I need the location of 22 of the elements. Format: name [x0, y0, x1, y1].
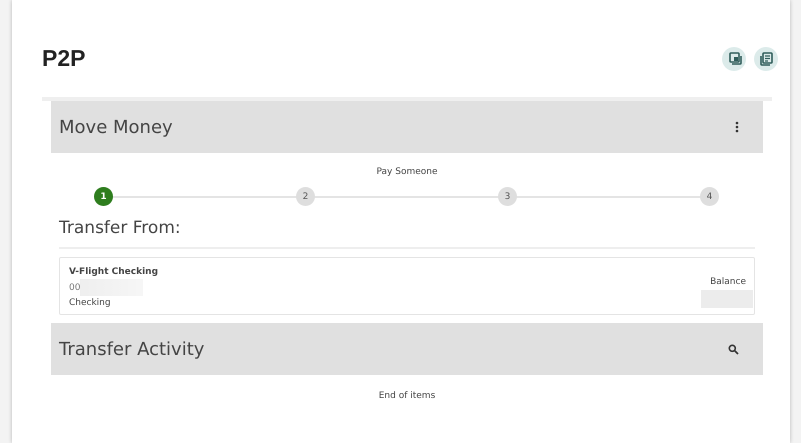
step-indicator[interactable]: 3	[498, 187, 517, 206]
section-title: Move Money	[59, 116, 173, 138]
document-button[interactable]	[754, 46, 778, 70]
account-name: V-Flight Checking	[69, 267, 158, 277]
section-heading: Transfer From:	[59, 218, 755, 249]
balance-label: Balance	[710, 277, 746, 287]
more-icon[interactable]	[735, 121, 739, 133]
list-end-text: End of items	[378, 391, 436, 401]
search-icon[interactable]	[728, 344, 739, 354]
account-card[interactable]: V-Flight Checking 00 Checking Balance	[59, 257, 755, 315]
window-button[interactable]	[722, 46, 746, 70]
document-icon	[758, 51, 774, 66]
redaction-block	[701, 290, 753, 308]
page-title: P2P	[42, 45, 86, 72]
step-indicator[interactable]: 4	[700, 187, 719, 206]
account-type: Checking	[69, 298, 112, 308]
step-indicator[interactable]: 1	[94, 187, 113, 206]
step-indicator[interactable]: 2	[296, 187, 315, 206]
window-icon	[726, 51, 742, 66]
section-title: Transfer Activity	[59, 338, 204, 360]
stepper-label: Pay Someone	[376, 167, 438, 177]
account-number: 00	[69, 282, 80, 292]
